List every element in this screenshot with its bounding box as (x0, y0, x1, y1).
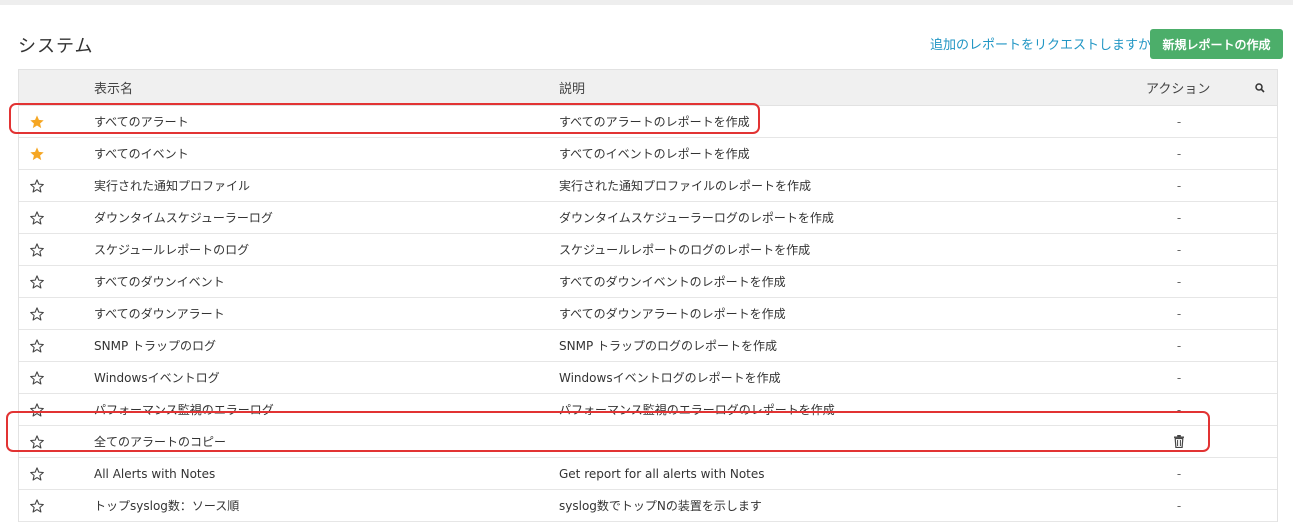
column-header-action: アクション (1146, 82, 1211, 97)
star-outline-icon[interactable] (27, 394, 47, 425)
action-placeholder: - (1176, 466, 1182, 481)
table-body: すべてのアラート すべてのアラートのレポートを作成 - すべてのイベント すべてのイベン… (19, 106, 1277, 522)
report-name[interactable]: トップsyslog数：ソース順 (94, 490, 239, 521)
report-description: すべてのアラートのレポートを作成 (559, 115, 750, 129)
table-row[interactable]: すべてのアラート すべてのアラートのレポートを作成 - (19, 106, 1277, 138)
table-row[interactable]: ダウンタイムスケジューラーログ ダウンタイムスケジューラーログのレポートを作成 - (19, 202, 1277, 234)
report-name[interactable]: パフォーマンス監視のエラーログ (94, 394, 274, 425)
star-outline-icon[interactable] (27, 426, 47, 457)
table-row[interactable]: 全てのアラートのコピー (19, 426, 1277, 458)
report-description: スケジュールレポートのログのレポートを作成 (559, 243, 811, 257)
action-placeholder: - (1176, 242, 1182, 257)
star-filled-icon[interactable] (27, 138, 47, 169)
action-placeholder: - (1176, 114, 1182, 129)
star-outline-icon[interactable] (27, 266, 47, 297)
action-placeholder: - (1176, 210, 1182, 225)
action-placeholder: - (1176, 338, 1182, 353)
action-placeholder: - (1176, 370, 1182, 385)
star-outline-icon[interactable] (27, 234, 47, 265)
action-placeholder: - (1176, 498, 1182, 513)
report-name[interactable]: Windowsイベントログ (94, 362, 220, 393)
action-placeholder: - (1176, 146, 1182, 161)
action-placeholder: - (1176, 402, 1182, 417)
report-description: ダウンタイムスケジューラーログのレポートを作成 (559, 211, 834, 225)
column-header-description[interactable]: 説明 (559, 70, 585, 105)
new-report-button[interactable]: 新規レポートの作成 (1150, 29, 1283, 59)
table-row[interactable]: All Alerts with Notes Get report for all … (19, 458, 1277, 490)
report-description: 実行された通知プロファイルのレポートを作成 (559, 179, 812, 193)
report-description: すべてのイベントのレポートを作成 (559, 147, 750, 161)
table-row[interactable]: すべてのダウンイベント すべてのダウンイベントのレポートを作成 - (19, 266, 1277, 298)
request-report-link[interactable]: 追加のレポートをリクエストしますか？ (930, 34, 1164, 53)
action-placeholder: - (1176, 306, 1182, 321)
star-outline-icon[interactable] (27, 170, 47, 201)
report-name[interactable]: SNMP トラップのログ (94, 330, 216, 361)
reports-table: 表示名 説明 アクション すべてのアラート すべてのアラートのレポートを作成 - すべ… (18, 69, 1278, 522)
star-outline-icon[interactable] (27, 298, 47, 329)
report-description: すべてのダウンイベントのレポートを作成 (559, 275, 786, 289)
report-name[interactable]: すべてのダウンイベント (94, 266, 225, 297)
report-description: SNMP トラップのログのレポートを作成 (559, 339, 777, 353)
column-header-name[interactable]: 表示名 (94, 70, 133, 105)
table-row[interactable]: すべてのダウンアラート すべてのダウンアラートのレポートを作成 - (19, 298, 1277, 330)
table-row[interactable]: パフォーマンス監視のエラーログ パフォーマンス監視のエラーログのレポートを作成 - (19, 394, 1277, 426)
table-row[interactable]: すべてのイベント すべてのイベントのレポートを作成 - (19, 138, 1277, 170)
star-outline-icon[interactable] (27, 362, 47, 393)
table-row[interactable]: スケジュールレポートのログ スケジュールレポートのログのレポートを作成 - (19, 234, 1277, 266)
search-icon[interactable] (1253, 70, 1267, 105)
report-description: Windowsイベントログのレポートを作成 (559, 371, 781, 385)
report-name[interactable]: すべてのイベント (94, 138, 189, 169)
report-name[interactable]: 全てのアラートのコピー (94, 426, 226, 457)
table-row[interactable]: トップsyslog数：ソース順 syslog数でトップNの装置を示します - (19, 490, 1277, 522)
star-outline-icon[interactable] (27, 458, 47, 489)
table-row[interactable]: SNMP トラップのログ SNMP トラップのログのレポートを作成 - (19, 330, 1277, 362)
action-placeholder: - (1176, 178, 1182, 193)
top-strip (0, 0, 1293, 5)
report-name[interactable]: すべてのダウンアラート (94, 298, 225, 329)
page-title: システム (18, 36, 94, 57)
report-description: すべてのダウンアラートのレポートを作成 (559, 307, 786, 321)
star-filled-icon[interactable] (27, 106, 47, 137)
report-name[interactable]: すべてのアラート (94, 106, 189, 137)
table-row[interactable]: 実行された通知プロファイル 実行された通知プロファイルのレポートを作成 - (19, 170, 1277, 202)
table-header: 表示名 説明 アクション (19, 69, 1277, 106)
report-description: パフォーマンス監視のエラーログのレポートを作成 (559, 403, 835, 417)
report-name[interactable]: 実行された通知プロファイル (94, 170, 250, 201)
report-description: syslog数でトップNの装置を示します (559, 499, 762, 513)
table-row[interactable]: Windowsイベントログ Windowsイベントログのレポートを作成 - (19, 362, 1277, 394)
star-outline-icon[interactable] (27, 490, 47, 521)
report-description: Get report for all alerts with Notes (559, 466, 765, 481)
report-name[interactable]: スケジュールレポートのログ (94, 234, 249, 265)
delete-icon[interactable] (1169, 426, 1189, 457)
star-outline-icon[interactable] (27, 202, 47, 233)
action-placeholder: - (1176, 274, 1182, 289)
report-name[interactable]: ダウンタイムスケジューラーログ (94, 202, 273, 233)
star-outline-icon[interactable] (27, 330, 47, 361)
report-name[interactable]: All Alerts with Notes (94, 458, 215, 489)
